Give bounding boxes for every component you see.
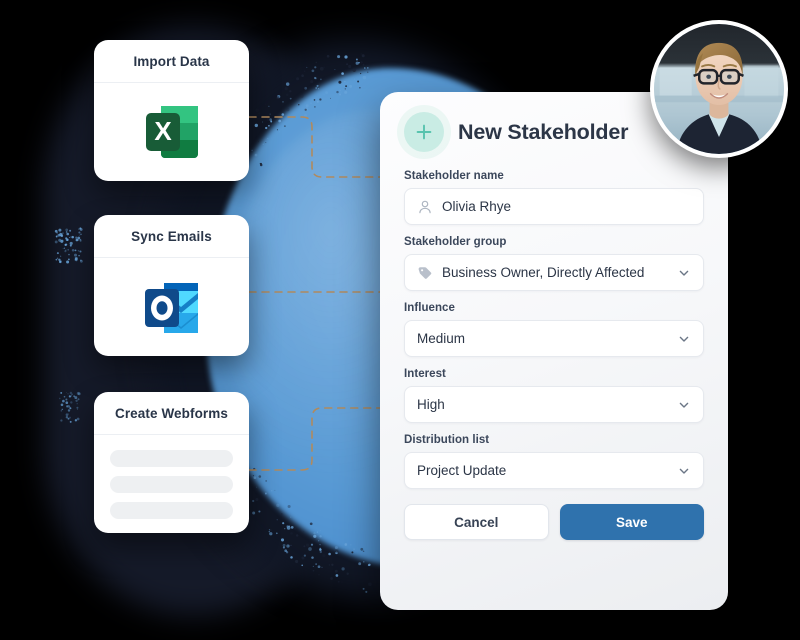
field-influence: Influence Medium [404,302,704,357]
new-stakeholder-panel: New Stakeholder Stakeholder name Olivia … [380,92,728,610]
user-photo-portrait [654,24,784,154]
card-import-data[interactable]: Import Data X [94,40,249,181]
chevron-down-icon [679,468,689,474]
card-sync-emails[interactable]: Sync Emails [94,215,249,356]
field-stakeholder-name: Stakeholder name Olivia Rhye [404,170,704,225]
influence-value: Medium [417,331,466,346]
page-title: New Stakeholder [458,119,629,144]
save-button[interactable]: Save [559,504,704,540]
field-distribution-list: Distribution list Project Update [404,434,704,489]
field-stakeholder-group: Stakeholder group Business Owner, Direct… [404,236,704,291]
card-icon-area: X [94,83,249,181]
card-create-webforms[interactable]: Create Webforms [94,392,249,533]
microsoft-outlook-icon [144,283,198,333]
distribution-list-value: Project Update [417,463,507,478]
stakeholder-name-input[interactable]: Olivia Rhye [404,188,704,225]
card-title: Sync Emails [94,215,249,258]
plus-icon [416,124,432,140]
interest-value: High [417,397,445,412]
form-row-placeholder [110,449,233,467]
card-form-rows [94,435,249,533]
field-label: Distribution list [404,434,490,446]
form-row-placeholder [110,475,233,493]
tag-icon [418,266,432,279]
card-icon-area [94,258,249,356]
field-label: Influence [404,302,455,314]
chevron-down-icon [679,270,689,276]
stakeholder-group-select[interactable]: Business Owner, Directly Affected [404,254,704,291]
card-title: Import Data [94,40,249,83]
stakeholder-group-value: Business Owner, Directly Affected [442,265,645,280]
add-stakeholder-badge[interactable] [404,112,444,152]
influence-select[interactable]: Medium [404,320,704,357]
stakeholder-name-value: Olivia Rhye [442,199,512,214]
distribution-list-select[interactable]: Project Update [404,452,704,489]
panel-actions: Cancel Save [404,504,704,540]
chevron-down-icon [679,336,689,342]
svg-text:X: X [154,116,172,146]
form-row-placeholder [110,501,233,519]
field-label: Stakeholder name [404,170,504,182]
field-label: Interest [404,368,446,380]
field-interest: Interest High [404,368,704,423]
avatar [650,20,788,158]
chevron-down-icon [679,402,689,408]
screenshot-root: Import Data X Sync Emails Create Webform… [0,0,800,640]
user-icon [419,200,431,213]
card-title: Create Webforms [94,392,249,435]
field-label: Stakeholder group [404,236,507,248]
interest-select[interactable]: High [404,386,704,423]
cancel-button[interactable]: Cancel [404,504,549,540]
microsoft-excel-icon: X [145,106,198,158]
